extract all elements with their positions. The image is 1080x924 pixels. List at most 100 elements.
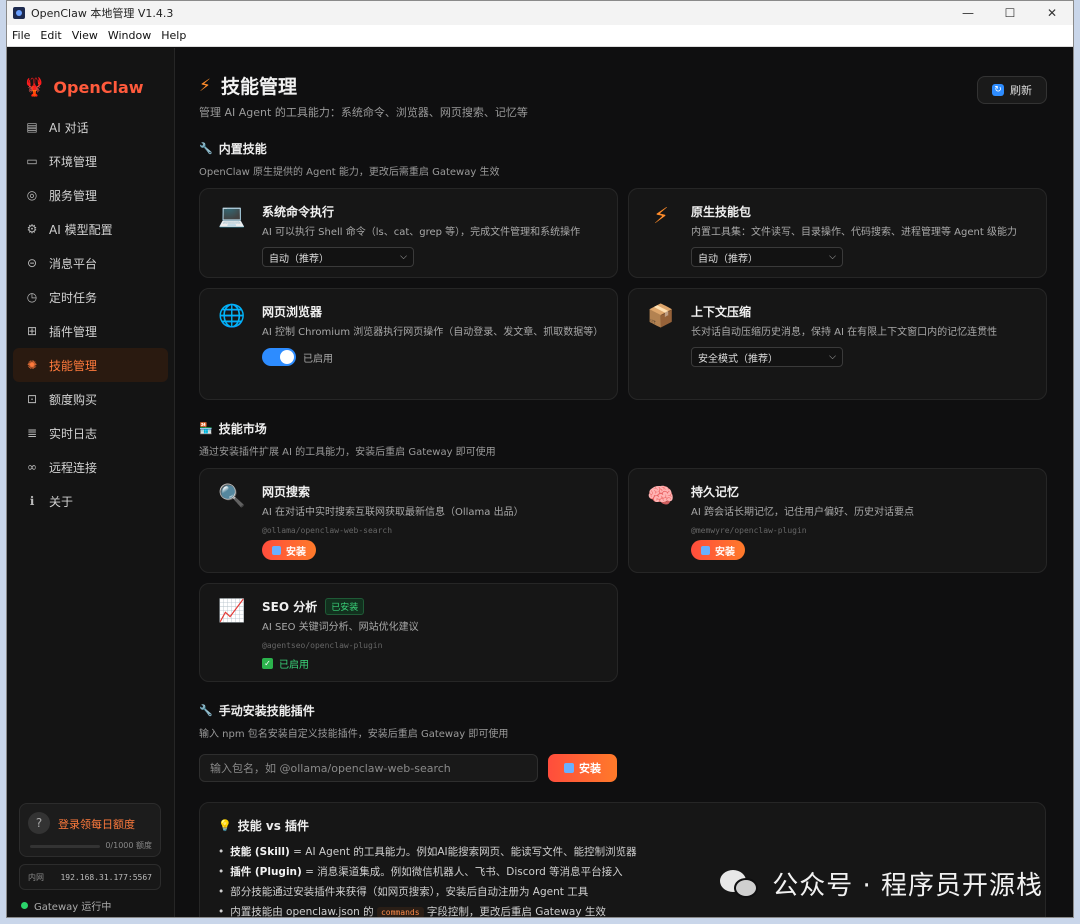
quota-progress-bar [30,845,100,848]
market-card-seo: 📈 SEO 分析 已安装 AI SEO 关键词分析、网站优化建议 @agents… [199,583,618,682]
skill-card-shell: 💻 系统命令执行 AI 可以执行 Shell 命令（ls、cat、grep 等）… [199,188,618,278]
sidebar-item-label: 实时日志 [49,426,98,441]
info-text: = 消息渠道集成。例如微信机器人、飞书、Discord 等消息平台接入 [301,866,623,878]
builtin-subtitle: OpenClaw 原生提供的 Agent 能力，更改后需重启 Gateway 生… [199,167,500,178]
install-label: 安装 [715,546,735,558]
info-text: 部分技能通过安装插件来获得（如网页搜索），安装后自动注册为 Agent 工具 [230,886,589,898]
minimize-button[interactable]: — [947,1,989,25]
sidebar-item-9[interactable]: ≣ 实时日志 [13,416,168,450]
compress-mode-select[interactable]: 安全模式（推荐） ⌵ [691,347,843,367]
manual-title: 手动安装技能插件 [218,704,315,718]
maximize-button[interactable]: ☐ [989,1,1031,25]
sidebar-item-3[interactable]: ⚙ AI 模型配置 [13,212,168,246]
sidebar-item-0[interactable]: ▤ AI 对话 [13,110,168,144]
native-mode-select[interactable]: 自动（推荐） ⌵ [691,247,843,267]
wrench-icon: 🔧 [199,704,213,717]
info-item: 技能 (Skill) = AI Agent 的工具能力。例如AI能搜索网页、能读… [218,842,1027,862]
info-title-text: 技能 vs 插件 [237,819,310,833]
remote-icon: ∞ [27,460,37,474]
builtin-section-title: 🔧 内置技能 [199,140,1047,157]
browser-toggle[interactable] [262,348,296,366]
gateway-status: Gateway 运行中 [21,898,111,913]
sidebar-item-7[interactable]: ✺ 技能管理 [13,348,168,382]
chevron-down-icon: ⌵ [400,252,407,262]
menu-view[interactable]: View [67,29,103,42]
chart-icon: 📈 [218,599,246,624]
market-grid: 🔍 网页搜索 AI 在对话中实时搜索互联网获取最新信息（Ollama 出品） @… [199,468,1047,682]
manual-install-button[interactable]: 安装 [548,754,617,782]
sidebar-item-label: 插件管理 [49,324,98,339]
package-icon [272,545,281,555]
sidebar-item-8[interactable]: ⊡ 额度购买 [13,382,168,416]
skill-desc: 长对话自动压缩历史消息，保持 AI 在有限上下文窗口内的记忆连贯性 [691,327,998,338]
sidebar-item-5[interactable]: ◷ 定时任务 [13,280,168,314]
log-icon: ≣ [26,426,38,440]
info-text: 内置技能由 openclaw.json 的 [230,906,377,918]
menu-window[interactable]: Window [103,29,156,42]
info-text: 字段控制，更改后重启 Gateway 生效 [423,906,606,918]
menu-bar: File Edit View Window Help [7,25,1073,47]
menu-help[interactable]: Help [156,29,191,42]
brand: 🦞 OpenClaw [7,48,174,106]
page-subtitle: 管理 AI Agent 的工具能力：系统命令、浏览器、网页搜索、记忆等 [199,106,528,119]
plugin-title: 网页搜索 [262,485,311,499]
install-label: 安装 [286,546,306,558]
enabled-checkbox-row[interactable]: ✓ 已启用 [262,656,603,671]
help-icon: ? [28,812,50,834]
skill-card-native: ⚡ 原生技能包 内置工具集：文件读写、目录操作、代码搜索、进程管理等 Agent… [628,188,1047,278]
window-title: OpenClaw 本地管理 V1.4.3 [31,7,174,20]
checkbox-checked-icon[interactable]: ✓ [262,658,273,669]
chevron-down-icon: ⌵ [829,352,836,362]
sidebar-item-label: 定时任务 [49,290,98,305]
install-button[interactable]: 安装 [691,540,745,560]
quota-count: 0/1000 额度 [105,841,152,850]
brand-name: OpenClaw [53,77,144,97]
skill-title: 原生技能包 [691,205,752,219]
info-term: 技能 (Skill) [230,846,290,858]
cart-icon: ⊡ [26,392,38,406]
quota-login-link[interactable]: 登录领每日额度 [58,816,135,832]
sidebar-item-10[interactable]: ∞ 远程连接 [13,450,168,484]
menu-edit[interactable]: Edit [35,29,66,42]
code-chip: commands [376,907,424,917]
lightbulb-icon: 💡 [218,819,232,832]
install-button[interactable]: 安装 [262,540,316,560]
plugin-title-row: SEO 分析 已安装 [262,598,603,615]
quota-card[interactable]: ? 登录领每日额度 0/1000 额度 [19,803,161,857]
sidebar-item-label: 技能管理 [49,358,98,373]
ip-value: 192.168.31.177:5567 [60,872,152,882]
manual-subtitle: 输入 npm 包名安装自定义技能插件，安装后重启 Gateway 即可使用 [199,729,509,740]
sidebar-item-2[interactable]: ◎ 服务管理 [13,178,168,212]
sidebar-item-4[interactable]: ⊝ 消息平台 [13,246,168,280]
browser-toggle-row: 已启用 [262,348,603,366]
skill-desc: AI 可以执行 Shell 命令（ls、cat、grep 等），完成文件管理和系… [262,227,581,238]
refresh-label: 刷新 [1010,84,1032,97]
sidebar-item-label: 环境管理 [49,154,98,169]
plugin-package: @ollama/openclaw-web-search [262,526,393,535]
box-icon: 📦 [647,304,675,329]
sidebar-item-6[interactable]: ⊞ 插件管理 [13,314,168,348]
market-card-memory: 🧠 持久记忆 AI 跨会话长期记忆，记住用户偏好、历史对话要点 @memwyre… [628,468,1047,573]
plugin-package: @memwyre/openclaw-plugin [691,526,807,535]
plugin-title: 持久记忆 [691,485,740,499]
ip-address-box: 内网 192.168.31.177:5567 [19,864,161,890]
market-title: 技能市场 [218,422,267,436]
sidebar-item-11[interactable]: ℹ 关于 [13,484,168,518]
builtin-title: 内置技能 [218,142,267,156]
close-button[interactable]: ✕ [1031,1,1073,25]
info-title: 💡 技能 vs 插件 [218,817,1027,834]
main-content: ⚡ 技能管理 管理 AI Agent 的工具能力：系统命令、浏览器、网页搜索、记… [175,48,1073,918]
info-term: 插件 (Plugin) [230,866,302,878]
manual-install-row: 安装 [199,754,1047,782]
service-icon: ◎ [26,188,38,202]
refresh-button[interactable]: ↻ 刷新 [977,76,1047,104]
sidebar-item-1[interactable]: ▭ 环境管理 [13,144,168,178]
menu-file[interactable]: File [7,29,35,42]
chevron-down-icon: ⌵ [829,252,836,262]
shell-mode-select[interactable]: 自动（推荐） ⌵ [262,247,414,267]
bolt-icon: ⚡ [653,204,669,229]
toggle-label: 已启用 [303,353,333,365]
info-icon: ℹ [29,494,35,508]
package-name-input[interactable] [199,754,538,782]
skill-card-compress: 📦 上下文压缩 长对话自动压缩历史消息，保持 AI 在有限上下文窗口内的记忆连贯… [628,288,1047,400]
